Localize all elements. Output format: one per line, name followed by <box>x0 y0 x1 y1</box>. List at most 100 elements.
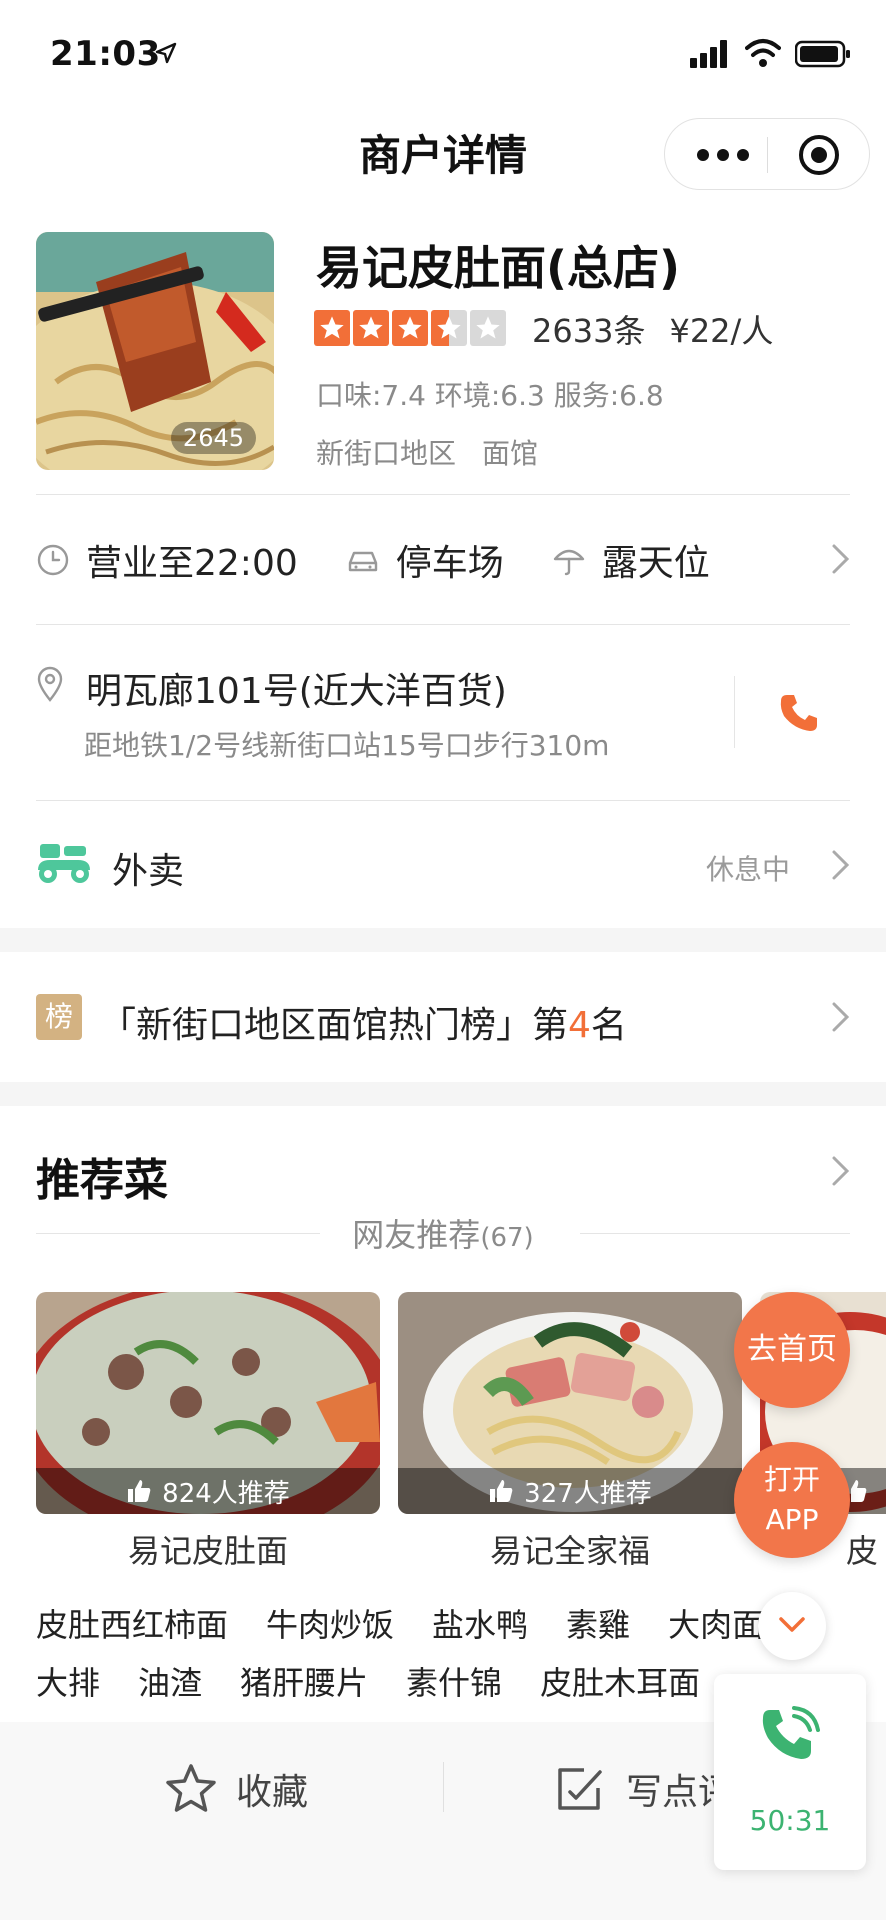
section-gap <box>0 928 886 952</box>
rating-stars <box>314 310 506 348</box>
review-count: 2633条 <box>532 312 646 350</box>
score-breakdown: 口味:7.4 环境:6.3 服务:6.8 <box>316 379 664 412</box>
facility-label: 营业至22:00 <box>86 543 298 584</box>
dish-tag[interactable]: 盐水鸭 <box>432 1600 528 1646</box>
dish-likes-overlay: 824人推荐 <box>36 1468 380 1514</box>
cellular-signal-icon <box>690 40 727 68</box>
close-target-icon[interactable] <box>797 133 841 177</box>
phone-call-icon <box>762 1706 820 1759</box>
divider <box>36 800 850 801</box>
dish-likes-overlay: 327人推荐 <box>398 1468 742 1514</box>
photo-count: 2645 <box>170 422 256 454</box>
recommend-title: 推荐菜 <box>36 1155 168 1206</box>
star-icon <box>314 310 350 346</box>
call-floating-window[interactable]: 50:31 <box>714 1674 866 1870</box>
clock-icon <box>37 544 69 576</box>
dish-name: 易记皮肚面 <box>127 1532 288 1570</box>
facilities-row[interactable]: 营业至22:00 停车场 露天位 <box>36 530 758 590</box>
dish-tag[interactable]: 油渣 <box>138 1658 202 1704</box>
wifi-icon <box>745 39 781 67</box>
facility-label: 露天位 <box>601 543 710 584</box>
umbrella-icon <box>553 549 584 576</box>
rank-suffix: 名 <box>590 1005 627 1046</box>
shop-photo[interactable]: 2645 <box>36 232 274 470</box>
chevron-right-icon[interactable] <box>830 848 852 882</box>
dish-name: 皮 <box>846 1532 879 1570</box>
rank-number: 4 <box>568 1005 591 1046</box>
dish-tag[interactable]: 皮肚西红柿面 <box>36 1600 228 1646</box>
avg-price: ¥22/人 <box>669 312 774 350</box>
address-directions: 距地铁1/2号线新街口站15号口步行310m <box>84 729 610 762</box>
dish-name: 易记全家福 <box>489 1532 650 1570</box>
car-icon <box>348 551 377 572</box>
star-icon <box>392 310 428 346</box>
dish-tag[interactable]: 猪肝腰片 <box>240 1658 368 1704</box>
write-review-button[interactable]: 写点评 <box>554 1762 734 1816</box>
battery-icon <box>795 40 850 68</box>
chevron-right-icon[interactable] <box>830 542 852 576</box>
recommend-subtitle: 网友推荐(67) <box>0 1210 886 1256</box>
dish-tag[interactable]: 素什锦 <box>406 1658 502 1704</box>
thumbs-up-icon <box>490 1480 513 1502</box>
collapse-button[interactable] <box>758 1592 826 1660</box>
address-line[interactable]: 明瓦廊101号(近大洋百货) <box>86 662 507 714</box>
thumbs-up-icon <box>128 1480 151 1502</box>
dish-tag[interactable]: 大肉面 <box>668 1600 764 1646</box>
takeout-status: 休息中 <box>706 853 791 886</box>
shop-name: 易记皮肚面(总店) <box>316 241 681 295</box>
dish-tags-row-1: 皮肚西红柿面 牛肉炒饭 盐水鸭 素雞 大肉面 <box>36 1600 802 1646</box>
empty-star-icon <box>470 310 506 346</box>
more-icon[interactable] <box>693 141 753 169</box>
facility-hours: 营业至22:00 <box>36 534 298 586</box>
capsule-divider <box>767 137 768 173</box>
takeout-label[interactable]: 外卖 <box>112 842 184 894</box>
location-arrow-icon <box>155 42 177 64</box>
dish-card[interactable]: 824人推荐 <box>36 1292 380 1514</box>
facility-outdoor: 露天位 <box>552 534 710 586</box>
dish-tag[interactable]: 牛肉炒饭 <box>266 1600 394 1646</box>
location-pin-icon <box>37 666 63 702</box>
dish-likes: 327人推荐 <box>524 1478 652 1509</box>
dish-tag[interactable]: 素雞 <box>566 1600 630 1646</box>
chevron-down-icon <box>779 1617 805 1632</box>
region-label: 新街口地区 <box>316 437 457 470</box>
star-icon <box>353 310 389 346</box>
rank-prefix: 「新街口地区面馆热门榜」第 <box>100 1005 569 1046</box>
open-app-label-1: 打开 <box>763 1463 820 1496</box>
subtitle-count: (67) <box>480 1223 534 1253</box>
facility-parking: 停车场 <box>346 534 504 586</box>
dish-card[interactable]: 327人推荐 <box>398 1292 742 1514</box>
divider <box>36 624 850 625</box>
subtitle-text: 网友推荐 <box>352 1216 481 1254</box>
open-app-label-2: APP <box>765 1503 819 1536</box>
status-time: 21:03 <box>50 34 161 74</box>
star-outline-icon <box>166 1764 216 1812</box>
status-bar: 21:03 <box>0 0 886 100</box>
mini-program-capsule <box>664 118 870 190</box>
scooter-icon <box>38 844 90 883</box>
category-label: 面馆 <box>482 437 539 470</box>
phone-icon[interactable] <box>778 692 820 734</box>
open-app-button[interactable]: 打开 APP <box>734 1442 850 1558</box>
favorite-button[interactable]: 收藏 <box>164 1762 308 1816</box>
edit-icon <box>558 1768 602 1810</box>
call-timer: 50:31 <box>749 1804 831 1837</box>
facility-label: 停车场 <box>395 543 504 584</box>
chevron-right-icon[interactable] <box>830 1154 852 1188</box>
rank-badge: 榜 <box>36 994 82 1040</box>
dish-tag[interactable]: 皮肚木耳面 <box>540 1658 700 1704</box>
section-gap <box>0 1082 886 1106</box>
go-home-button[interactable]: 去首页 <box>734 1292 850 1408</box>
address-divider <box>734 676 735 748</box>
favorite-label: 收藏 <box>236 1772 309 1813</box>
bottom-bar-divider <box>443 1762 444 1812</box>
half-star-icon <box>431 310 467 346</box>
dish-tags-row-2: 大排 油渣 猪肝腰片 素什锦 皮肚木耳面 <box>36 1658 738 1704</box>
chevron-right-icon[interactable] <box>830 1000 852 1034</box>
dish-likes: 824人推荐 <box>162 1478 290 1509</box>
divider <box>36 494 850 495</box>
dish-tag[interactable]: 大排 <box>36 1658 100 1704</box>
review-summary: 2633条 ¥22/人 <box>532 306 797 352</box>
rank-text[interactable]: 「新街口地区面馆热门榜」第4名 <box>100 996 627 1048</box>
region-category: 新街口地区 面馆 <box>316 432 538 472</box>
